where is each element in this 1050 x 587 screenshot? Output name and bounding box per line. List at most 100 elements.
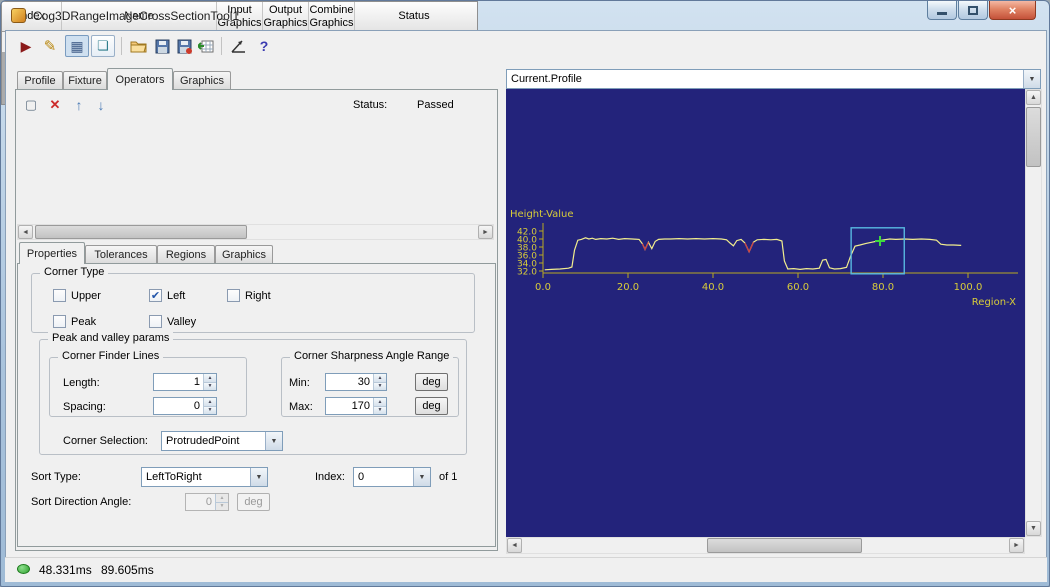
length-value[interactable]: 1 [154,374,203,390]
length-label: Length: [63,377,100,389]
save-button[interactable] [151,35,173,57]
chevron-down-icon[interactable] [1023,70,1040,88]
scrollbar-thumb[interactable] [707,538,862,553]
series-corner-candidate-2 [745,242,754,252]
checkbox-peak[interactable]: Peak [53,315,96,328]
corner-selection-dropdown[interactable]: ProtrudedPoint [161,431,283,451]
tab-label: Operators [116,74,165,86]
checkbox-right[interactable]: Right [227,289,271,302]
sort-type-dropdown[interactable]: LeftToRight [141,467,268,487]
maximize-button[interactable] [958,1,988,20]
x-tick-label: 20.0 [617,282,639,293]
spin-up-button[interactable] [374,398,386,407]
delete-icon: ✕ [50,97,61,113]
titlebar[interactable]: Cog3DRangeImageCrossSectionTool1 × [1,1,1049,30]
new-operator-icon: ▢ [25,97,37,113]
run-button[interactable]: ▶ [15,35,37,57]
checkbox-icon[interactable] [149,315,162,328]
import-image-button[interactable] [195,35,217,57]
tab-fixture[interactable]: Fixture [63,71,107,89]
index-label: Index: [315,471,345,483]
plot-hscrollbar[interactable] [506,537,1025,554]
save-results-button[interactable] [173,35,195,57]
scroll-right-button[interactable] [1009,538,1024,553]
plot-vscrollbar[interactable] [1025,89,1042,537]
checkbox-left[interactable]: Left [149,289,185,302]
checkbox-label: Right [245,290,271,302]
index-dropdown[interactable]: 0 [353,467,431,487]
tab-sub-graphics[interactable]: Graphics [215,245,273,263]
tab-operators[interactable]: Operators [107,68,173,90]
delete-operator-button[interactable]: ✕ [45,95,65,115]
add-operator-button[interactable]: ▢ [21,95,41,115]
chevron-down-icon[interactable] [265,432,282,450]
length-stepper[interactable]: 1 [153,373,217,391]
min-angle-stepper[interactable]: 30 [325,373,387,391]
move-operator-up-button[interactable]: ↑ [69,95,89,115]
close-button[interactable]: × [989,1,1036,20]
scroll-right-button[interactable] [478,225,493,239]
min-deg-button[interactable]: deg [415,373,448,391]
total-time: 89.605ms [101,563,154,577]
show-tool-display-button[interactable]: ▦ [65,35,89,57]
scrollbar-thumb[interactable] [1026,107,1041,167]
tab-graphics[interactable]: Graphics [173,71,231,89]
spin-up-button[interactable] [374,374,386,383]
selection-box[interactable] [851,228,904,274]
spin-down-button[interactable] [374,383,386,391]
status-ok-indicator [17,564,30,574]
deg-label: deg [422,400,440,412]
checkbox-icon[interactable] [53,289,66,302]
edit-tool-button[interactable]: ✎ [39,35,61,57]
max-angle-value[interactable]: 170 [326,398,373,414]
chevron-down-icon[interactable] [250,468,267,486]
app-icon [11,8,26,23]
move-operator-down-button[interactable]: ↓ [91,95,111,115]
deg-label: deg [422,376,440,388]
spacing-value[interactable]: 0 [154,398,203,414]
checkbox-icon[interactable] [227,289,240,302]
move-down-icon: ↓ [98,97,105,113]
tab-tolerances[interactable]: Tolerances [85,245,157,263]
scroll-left-button[interactable] [18,225,33,239]
tab-properties[interactable]: Properties [19,242,85,264]
scroll-left-button[interactable] [507,538,522,553]
help-button[interactable]: ? [253,35,275,57]
group-title: Corner Type [40,266,108,278]
measure-angle-button[interactable] [227,35,249,57]
profile-plot-canvas[interactable]: 0.020.040.060.080.0100.042.040.038.036.0… [506,89,1025,537]
operators-hscrollbar[interactable] [17,224,494,240]
spin-up-button[interactable] [204,374,216,383]
float-results-button[interactable]: ❏ [91,35,115,57]
min-angle-value[interactable]: 30 [326,374,373,390]
tab-regions[interactable]: Regions [157,245,215,263]
spacing-stepper[interactable]: 0 [153,397,217,415]
minimize-button[interactable] [927,1,957,20]
max-deg-button[interactable]: deg [415,397,448,415]
checkbox-upper[interactable]: Upper [53,289,101,302]
display-record-dropdown[interactable]: Current.Profile [506,69,1041,89]
group-title: Corner Sharpness Angle Range [290,350,453,362]
tab-label: Tolerances [94,249,147,261]
open-button[interactable] [127,35,149,57]
scroll-down-button[interactable] [1026,521,1041,536]
profile-plot[interactable]: 0.020.040.060.080.0100.042.040.038.036.0… [506,89,1025,537]
toolbar-separator [221,37,222,55]
import-grid-icon [198,39,214,54]
corner-selection-label: Corner Selection: [63,435,148,447]
x-tick-label: 100.0 [954,282,983,293]
spin-down-button[interactable] [204,407,216,415]
spin-down-button[interactable] [204,383,216,391]
max-angle-stepper[interactable]: 170 [325,397,387,415]
tab-profile[interactable]: Profile [17,71,63,89]
scrollbar-thumb[interactable] [35,225,247,239]
checkbox-icon[interactable] [149,289,162,302]
checkbox-valley[interactable]: Valley [149,315,196,328]
spin-up-button[interactable] [204,398,216,407]
chevron-down-icon[interactable] [413,468,430,486]
checkbox-icon[interactable] [53,315,66,328]
scroll-up-button[interactable] [1026,90,1041,105]
tab-label: Properties [27,248,77,260]
spin-down-button[interactable] [374,407,386,415]
x-tick-label: 40.0 [702,282,724,293]
